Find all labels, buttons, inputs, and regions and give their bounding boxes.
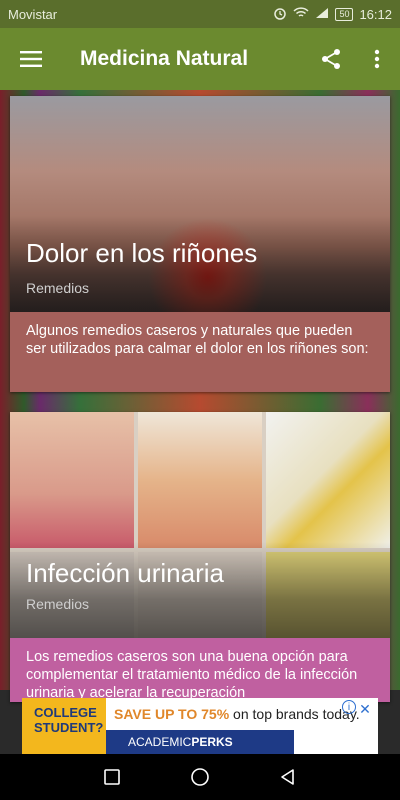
status-icons: 50 16:12 [273,6,392,23]
article-category: Remedios [26,280,90,296]
image-overlay [10,542,390,638]
ad-left-line2: STUDENT? [34,720,104,735]
clock: 16:12 [359,6,392,22]
share-icon[interactable] [308,28,354,90]
status-bar: Movistar 50 16:12 [0,0,400,28]
ad-headline-rest: on top brands today. [229,706,360,722]
ad-brand-part2: PERKS [191,735,233,749]
system-nav-bar [0,754,400,800]
ad-headline-highlight: SAVE UP TO 75% [114,706,230,722]
battery-indicator: 50 [335,7,354,21]
ad-left-line1: COLLEGE [34,705,97,720]
article-category: Remedios [26,596,90,612]
alarm-icon [273,6,287,23]
article-description: Algunos remedios caseros y naturales que… [10,312,390,392]
article-card-kidney[interactable]: Dolor en los riñones Remedios Algunos re… [10,96,390,392]
image-tile [138,412,262,548]
ad-banner[interactable]: COLLEGE STUDENT? SAVE UP TO 75% on top b… [22,698,378,754]
article-title: Dolor en los riñones [26,238,258,268]
carrier-label: Movistar [8,6,58,22]
recents-square-icon[interactable] [98,763,126,791]
ad-brand-part1: ACADEMIC [128,735,192,749]
hamburger-icon[interactable] [0,28,62,90]
image-tile [10,412,134,548]
ad-left-panel: COLLEGE STUDENT? [22,698,106,754]
app-bar: Medicina Natural [0,28,400,90]
ad-headline: SAVE UP TO 75% on top brands today. [114,706,360,722]
image-tile [266,412,390,548]
article-description: Los remedios caseros son una buena opció… [10,638,390,702]
signal-icon [315,7,329,22]
more-vert-icon[interactable] [354,28,400,90]
wifi-icon [293,6,309,22]
close-icon[interactable]: ✕ [356,700,374,718]
article-card-uti[interactable]: Infección urinaria Remedios Los remedios… [10,412,390,702]
app-title: Medicina Natural [80,47,249,70]
article-title: Infección urinaria [26,558,224,588]
info-icon[interactable]: i [342,700,356,714]
ad-brand-bar: ACADEMIC PERKS [106,730,294,754]
back-triangle-icon[interactable] [274,763,302,791]
home-circle-icon[interactable] [186,763,214,791]
